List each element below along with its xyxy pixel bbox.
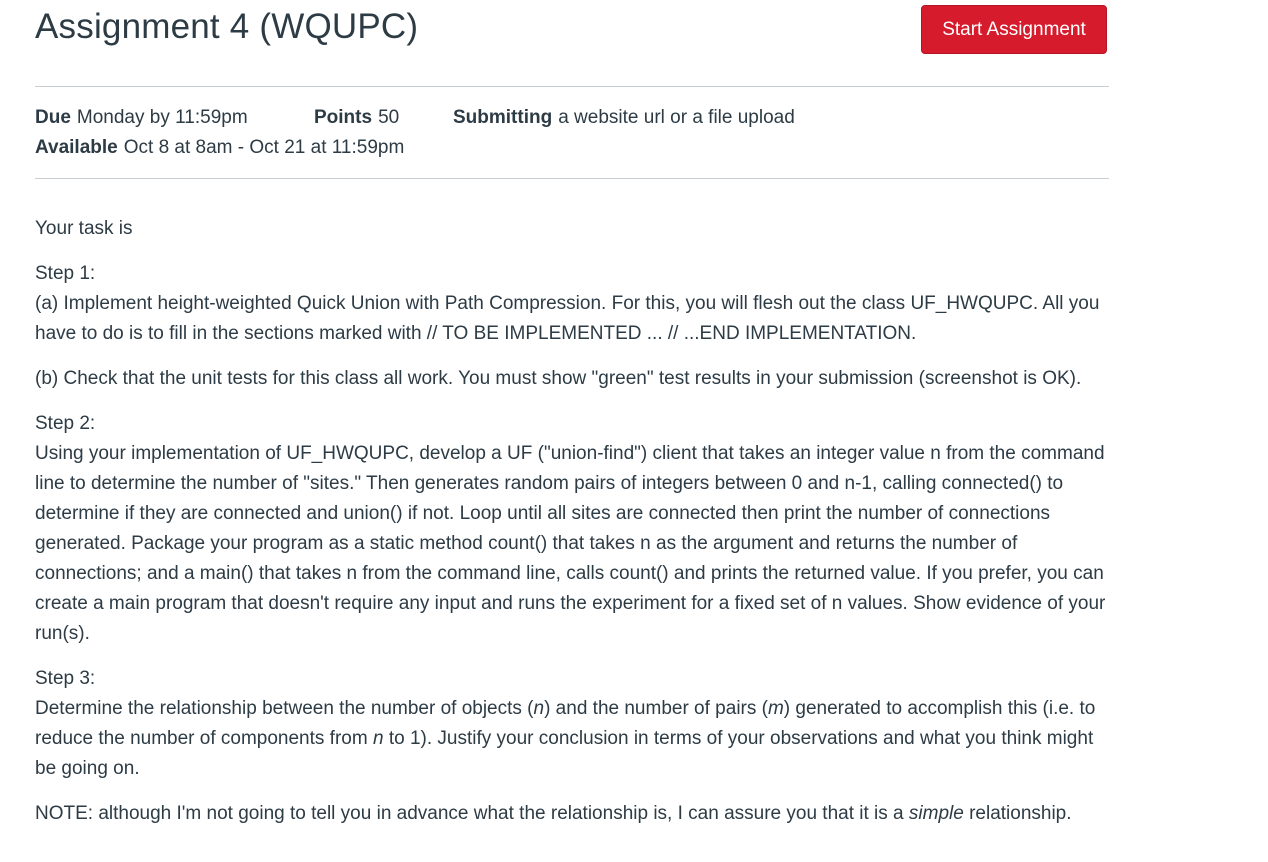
- assignment-description: Your task is Step 1: (a) Implement height…: [35, 214, 1109, 829]
- available-value: Oct 8 at 8am - Oct 21 at 11:59pm: [123, 137, 405, 158]
- page-title: Assignment 4 (WQUPC): [35, 7, 419, 46]
- step3-n-var-2: n: [372, 728, 384, 749]
- submitting-value: a website url or a file upload: [558, 107, 795, 128]
- points-value: 50: [378, 107, 400, 128]
- step1-heading: Step 1:: [35, 263, 96, 284]
- assignment-details: Due Monday by 11:59pm Points 50 Submitting a …: [35, 103, 795, 163]
- step3-paragraph: Step 3: Determine the relationship betwee…: [35, 664, 1109, 784]
- divider-bottom: [35, 178, 1109, 179]
- intro-text: Your task is: [35, 218, 133, 239]
- available-label: Available: [35, 137, 118, 158]
- step1-part-b: (b) Check that the unit tests for this c…: [35, 368, 1082, 389]
- start-assignment-button[interactable]: Start Assignment: [921, 5, 1107, 54]
- note-text-1: NOTE: although I'm not going to tell you…: [35, 803, 909, 824]
- submitting-label: Submitting: [453, 107, 553, 128]
- divider-top: [35, 86, 1109, 87]
- due-group: Due Monday by 11:59pm: [35, 103, 314, 133]
- note-text-2: relationship.: [963, 803, 1072, 824]
- details-row-2: Available Oct 8 at 8am - Oct 21 at 11:59p…: [35, 133, 795, 163]
- step3-heading: Step 3:: [35, 668, 96, 689]
- step3-text-2: ) and the number of pairs (: [544, 698, 768, 719]
- step3-m-var: m: [767, 698, 784, 719]
- step3-n-var: n: [533, 698, 545, 719]
- due-value: Monday by 11:59pm: [76, 107, 248, 128]
- points-group: Points 50: [314, 103, 453, 133]
- step1-paragraph: Step 1: (a) Implement height-weighted Qui…: [35, 259, 1109, 349]
- step1-part-a: (a) Implement height-weighted Quick Unio…: [35, 293, 1100, 344]
- step2-heading: Step 2:: [35, 413, 96, 434]
- step2-paragraph: Step 2: Using your implementation of UF_H…: [35, 409, 1109, 649]
- step2-body: Using your implementation of UF_HWQUPC, …: [35, 443, 1106, 644]
- note-paragraph: NOTE: although I'm not going to tell you…: [35, 799, 1109, 829]
- due-label: Due: [35, 107, 71, 128]
- submitting-group: Submitting a website url or a file upload: [453, 103, 795, 133]
- note-emphasis: simple: [908, 803, 964, 824]
- step3-text-1: Determine the relationship between the n…: [35, 698, 534, 719]
- points-label: Points: [314, 107, 373, 128]
- details-row-1: Due Monday by 11:59pm Points 50 Submitting a …: [35, 103, 795, 133]
